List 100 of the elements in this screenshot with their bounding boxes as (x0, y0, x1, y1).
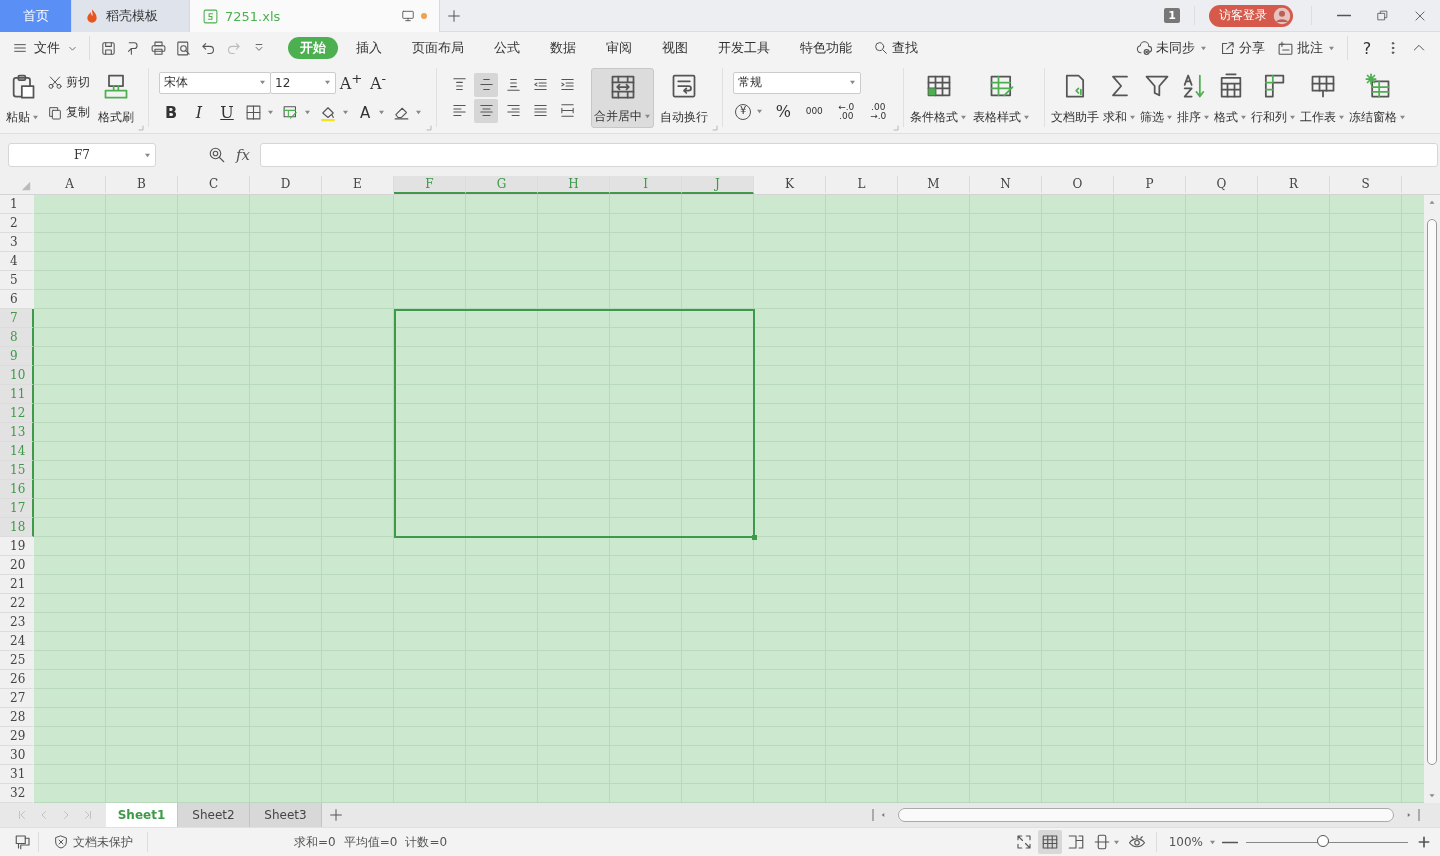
protection-button[interactable]: 文档未保护 (45, 833, 141, 851)
column-header[interactable]: C (178, 176, 250, 194)
increase-decimal-button[interactable]: ←.0 .00 (833, 99, 860, 124)
column-header[interactable]: K (754, 176, 826, 194)
align-middle-button[interactable] (474, 72, 499, 97)
sigma-button[interactable]: 求和 (1101, 67, 1139, 128)
name-box[interactable]: F7 (8, 143, 156, 167)
column-header[interactable]: Q (1186, 176, 1258, 194)
avatar-icon (1273, 6, 1291, 25)
column-header[interactable]: P (1114, 176, 1186, 194)
ribbon-tab[interactable]: 公式 (482, 37, 532, 59)
sheet-table-button[interactable]: 工作表 (1298, 67, 1348, 128)
ribbon-tab[interactable]: 插入 (344, 37, 394, 59)
caret-icon (1240, 114, 1248, 120)
italic-button[interactable]: I (187, 100, 211, 125)
table-button[interactable]: 格式 (1212, 67, 1250, 128)
align-right-icon (504, 102, 522, 119)
document-wrench-button[interactable]: 文档助手 (1049, 67, 1102, 128)
help-button[interactable]: ? (1354, 38, 1380, 58)
bold-button[interactable]: B (159, 100, 183, 125)
table-pen-button[interactable]: 表格样式 (971, 67, 1033, 128)
caret-icon (756, 109, 764, 114)
underline-button[interactable]: U (215, 100, 239, 125)
caret-icon (1200, 45, 1207, 51)
number-format-select[interactable]: 常规 (733, 71, 862, 94)
find-button[interactable]: 查找 (867, 39, 924, 57)
ribbon-tab[interactable]: 审阅 (594, 37, 644, 59)
comment-button[interactable]: 批注 (1271, 39, 1341, 57)
table-grid-button[interactable]: 条件格式 (908, 67, 970, 128)
search-icon (873, 40, 889, 56)
filter-button[interactable]: 筛选 (1138, 67, 1176, 128)
ribbon-tab[interactable]: 开发工具 (706, 37, 782, 59)
sheet-tab[interactable]: Sheet1 (106, 803, 178, 827)
fill-handle[interactable] (752, 535, 757, 540)
column-header[interactable]: O (1042, 176, 1114, 194)
last-page-icon (82, 809, 94, 821)
column-header[interactable]: N (970, 176, 1042, 194)
sync-button[interactable]: 未同步 (1130, 39, 1213, 57)
format-painter-button[interactable]: 格式刷 (96, 67, 136, 128)
decrease-font-button[interactable]: A$^{-}$ (366, 70, 390, 95)
copy-button[interactable]: 复制 (45, 100, 92, 125)
wrap-text-button[interactable]: 自动换行 (658, 67, 711, 128)
document-tab[interactable]: 稻壳模板 (72, 0, 190, 32)
count-badge: 1 (1164, 8, 1180, 23)
zoom-out-button[interactable] (1222, 840, 1238, 844)
ribbon-tab[interactable]: 视图 (650, 37, 700, 59)
minus-icon (1222, 840, 1238, 844)
column-header[interactable]: R (1258, 176, 1330, 194)
decrease-decimal-button[interactable]: .00 →.0 (865, 99, 892, 124)
column-header[interactable]: S (1330, 176, 1402, 194)
sheet-tab[interactable]: Sheet3 (250, 803, 322, 827)
insert-function-button[interactable]: fx (236, 146, 250, 164)
thousands-button[interactable]: 000 (801, 99, 828, 124)
login-button[interactable]: 访客登录 (1209, 4, 1293, 27)
caret-icon (32, 114, 39, 120)
currency-button[interactable]: ¥ (733, 99, 766, 124)
font-color-button[interactable]: A (355, 100, 388, 125)
justify-icon (531, 102, 549, 119)
page-break-icon (1066, 833, 1085, 851)
ribbon-tab[interactable]: 数据 (538, 37, 588, 59)
column-header[interactable]: B (106, 176, 178, 194)
ribbon-tab[interactable]: 页面布局 (400, 37, 476, 59)
spreadsheet-file-icon (202, 7, 219, 25)
column-header[interactable]: L (826, 176, 898, 194)
row-column-button[interactable]: 行和列 (1249, 67, 1299, 128)
zoom-level-button[interactable]: 100% (1162, 835, 1222, 849)
percent-button[interactable]: % (771, 99, 796, 124)
reading-icon (1092, 833, 1111, 851)
increase-font-button[interactable]: A$^{+}$ (339, 70, 363, 95)
caret-icon (342, 110, 349, 115)
distributed-icon (558, 102, 576, 119)
border-icon (245, 104, 262, 121)
sort-button[interactable]: 排序 (1175, 67, 1213, 128)
slider-thumb[interactable] (1316, 835, 1329, 847)
freeze-grid-button[interactable]: 冻结窗格 (1347, 67, 1409, 128)
status-stat: 计数=0 (405, 833, 448, 851)
paste-button[interactable]: 粘贴 (4, 67, 41, 128)
cut-button[interactable]: 剪切 (45, 70, 92, 95)
sheet-tab[interactable]: Sheet2 (178, 803, 250, 827)
caret-icon (324, 80, 331, 85)
align-top-icon (450, 76, 468, 93)
column-header[interactable]: D (250, 176, 322, 194)
formula-input[interactable] (260, 143, 1438, 167)
zoom-in-button[interactable] (1416, 834, 1432, 850)
font-size-select[interactable]: 12 (270, 71, 336, 94)
merge-center-button[interactable]: 合并居中 (591, 67, 655, 128)
shield-icon (53, 834, 69, 850)
column-header[interactable]: M (898, 176, 970, 194)
share-button[interactable]: 分享 (1213, 39, 1271, 57)
zoom-search-button[interactable] (208, 146, 226, 164)
caret-icon (1209, 839, 1216, 845)
file-menu-button[interactable]: 文件 (8, 39, 83, 57)
indent-icon (558, 76, 576, 93)
align-center-button[interactable] (474, 98, 499, 123)
font-name-select[interactable]: 宋体 (159, 71, 271, 94)
screen-button[interactable] (14, 833, 32, 851)
grid-view-button[interactable] (1037, 830, 1062, 854)
ribbon-tab[interactable]: 特色功能 (788, 37, 864, 59)
plus-icon (446, 7, 462, 24)
column-header[interactable]: A (34, 176, 106, 194)
